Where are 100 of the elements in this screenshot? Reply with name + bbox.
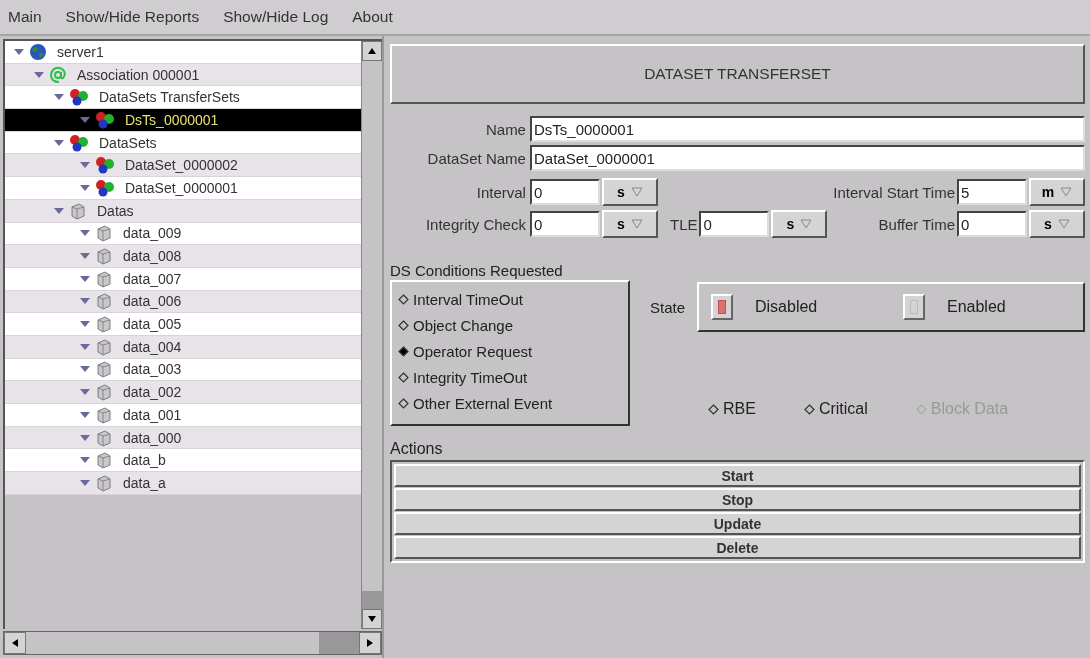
- tree-item[interactable]: data_002: [5, 381, 361, 404]
- expand-triangle-icon[interactable]: [53, 206, 65, 215]
- tree-label: Datas: [97, 202, 134, 219]
- radio-option[interactable]: Object Change: [397, 312, 514, 338]
- radio-option[interactable]: Interval TimeOut: [397, 286, 523, 312]
- horizontal-scrollbar[interactable]: [3, 631, 382, 655]
- section-label: Actions: [389, 440, 444, 458]
- input-field[interactable]: 0: [529, 211, 600, 237]
- menu-item[interactable]: Show/Hide Log: [223, 8, 329, 26]
- tree-item[interactable]: data_a: [5, 472, 361, 495]
- radio-option[interactable]: Operator Request: [397, 338, 533, 364]
- tree-item[interactable]: Association 000001: [5, 63, 361, 87]
- group-label: DS Conditions Requested: [389, 262, 564, 279]
- menu-item[interactable]: Show/Hide Reports: [65, 8, 200, 26]
- radio-diamond-icon[interactable]: [397, 397, 409, 409]
- expand-triangle-icon[interactable]: [79, 342, 91, 351]
- expand-triangle-icon[interactable]: [79, 388, 91, 397]
- expand-triangle-icon[interactable]: [53, 93, 65, 102]
- tree-item[interactable]: DataSets TransferSets: [5, 86, 361, 110]
- tree-item[interactable]: DataSets: [5, 131, 361, 155]
- expand-triangle-icon[interactable]: [53, 138, 65, 147]
- tree-item[interactable]: DataSet_0000001: [5, 177, 361, 200]
- action-button[interactable]: Stop: [393, 488, 1081, 511]
- input-field[interactable]: 5: [957, 179, 1027, 205]
- scrollbar-thumb[interactable]: [361, 591, 382, 609]
- tree-item[interactable]: data_001: [5, 404, 361, 427]
- unit-dropdown[interactable]: s: [1029, 210, 1085, 238]
- state-option[interactable]: Disabled: [699, 294, 891, 320]
- radio-diamond-icon[interactable]: [397, 319, 409, 331]
- cube-icon: [95, 428, 113, 447]
- radio-diamond-icon[interactable]: [397, 345, 409, 357]
- expand-triangle-icon[interactable]: [79, 433, 91, 442]
- expand-triangle-icon[interactable]: [79, 183, 91, 192]
- action-button[interactable]: Start: [393, 464, 1081, 487]
- tree-item[interactable]: data_000: [5, 426, 361, 450]
- tree-item[interactable]: DataSet_0000002: [5, 154, 361, 178]
- input-field[interactable]: DsTs_0000001: [529, 116, 1085, 142]
- tree-item[interactable]: data_006: [5, 290, 361, 314]
- radio-option[interactable]: Integrity TimeOut: [397, 364, 528, 390]
- tree-item[interactable]: Datas: [5, 199, 361, 223]
- tree-item[interactable]: DsTs_0000001: [5, 109, 361, 132]
- tree-item[interactable]: server1: [5, 41, 361, 64]
- unit-dropdown[interactable]: s: [601, 178, 658, 206]
- menu-item[interactable]: Main: [8, 8, 42, 26]
- field-label: Integrity Check: [424, 215, 526, 233]
- scroll-left-icon[interactable]: [4, 632, 26, 654]
- unit-dropdown[interactable]: m: [1029, 178, 1085, 206]
- expand-triangle-icon[interactable]: [79, 274, 91, 283]
- field-label: DataSet Name: [426, 149, 526, 167]
- radio-diamond-icon[interactable]: [397, 293, 409, 305]
- toggle-indicator-icon[interactable]: [903, 294, 925, 320]
- expand-triangle-icon[interactable]: [33, 70, 45, 79]
- input-field[interactable]: 0: [957, 211, 1027, 237]
- action-button[interactable]: Update: [393, 512, 1081, 535]
- expand-triangle-icon[interactable]: [79, 229, 91, 238]
- cube-icon: [95, 360, 113, 379]
- cube-icon: [69, 201, 87, 220]
- action-button[interactable]: Delete: [393, 536, 1081, 559]
- input-field[interactable]: DataSet_0000001: [529, 145, 1085, 171]
- expand-triangle-icon[interactable]: [79, 161, 91, 170]
- cube-icon: [95, 405, 113, 424]
- toggle-indicator-icon[interactable]: [711, 294, 733, 320]
- input-field[interactable]: 0: [529, 179, 600, 205]
- unit-dropdown[interactable]: s: [601, 210, 658, 238]
- expand-triangle-icon[interactable]: [79, 410, 91, 419]
- expand-triangle-icon[interactable]: [79, 297, 91, 306]
- radio-diamond-icon[interactable]: [707, 403, 719, 415]
- state-option[interactable]: Enabled: [891, 294, 1083, 320]
- radio-option[interactable]: Critical: [803, 400, 868, 418]
- radio-option[interactable]: Other External Event: [397, 390, 553, 416]
- tree-item[interactable]: data_005: [5, 313, 361, 336]
- field-label: Buffer Time: [878, 215, 955, 233]
- tree-item[interactable]: data_004: [5, 335, 361, 359]
- scrollbar-thumb[interactable]: [318, 632, 359, 654]
- expand-triangle-icon[interactable]: [79, 320, 91, 329]
- radio-diamond-icon[interactable]: [803, 403, 815, 415]
- expand-triangle-icon[interactable]: [79, 456, 91, 465]
- scroll-up-icon[interactable]: [361, 41, 382, 61]
- tree-item[interactable]: data_b: [5, 449, 361, 473]
- vertical-scrollbar[interactable]: [360, 41, 382, 629]
- tree-item[interactable]: data_003: [5, 358, 361, 382]
- cube-icon: [95, 292, 113, 311]
- expand-triangle-icon[interactable]: [13, 47, 25, 56]
- tree-item[interactable]: data_007: [5, 267, 361, 291]
- expand-triangle-icon[interactable]: [79, 365, 91, 374]
- menu-item[interactable]: About: [352, 8, 393, 26]
- unit-dropdown[interactable]: s: [771, 210, 828, 238]
- radio-option[interactable]: RBE: [707, 400, 756, 418]
- radio-diamond-icon[interactable]: [397, 371, 409, 383]
- panel-title: DATASET TRANSFERSET: [389, 44, 1085, 104]
- tree-item[interactable]: data_009: [5, 222, 361, 246]
- tree-item[interactable]: data_008: [5, 245, 361, 268]
- cube-icon: [95, 337, 113, 356]
- expand-triangle-icon[interactable]: [79, 252, 91, 261]
- scroll-right-icon[interactable]: [358, 632, 381, 654]
- input-field[interactable]: 0: [699, 211, 770, 237]
- expand-triangle-icon[interactable]: [79, 478, 91, 487]
- scroll-down-icon[interactable]: [361, 609, 382, 629]
- expand-triangle-icon[interactable]: [79, 115, 91, 124]
- colored-balls-icon: [69, 88, 89, 107]
